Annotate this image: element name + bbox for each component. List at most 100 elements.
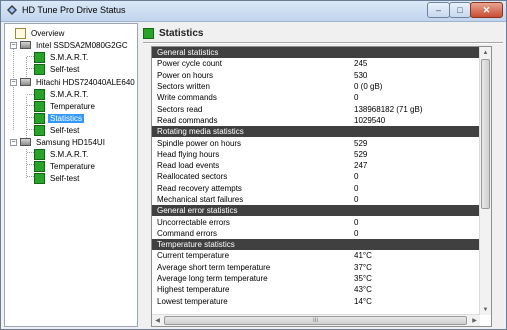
tree-item-label: Temperature — [50, 101, 95, 111]
stat-row[interactable]: Spindle power on hours 529 — [152, 137, 480, 148]
vertical-scrollbar[interactable]: ▲ ▼ — [479, 47, 491, 315]
collapse-icon[interactable]: − — [10, 42, 17, 49]
tree-line — [27, 105, 34, 106]
collapse-icon[interactable]: − — [10, 79, 17, 86]
stat-value: 37°C — [354, 262, 372, 272]
tree-line — [27, 94, 34, 95]
scroll-up-icon[interactable]: ▲ — [480, 47, 491, 58]
statistics-icon — [143, 27, 154, 39]
stat-row[interactable]: Average long term temperature 35°C — [152, 273, 480, 284]
tree-item-hitachi-selftest[interactable]: Self-test — [34, 124, 81, 136]
drive-tree[interactable]: Overview − Intel SSDSA2M080G2GC S.M.A.R.… — [4, 23, 138, 327]
stat-value: 41°C — [354, 251, 372, 261]
stat-name: Power cycle count — [157, 59, 222, 69]
stat-value: 138968182 (71 gB) — [354, 104, 423, 114]
stat-row[interactable]: Power cycle count 245 — [152, 58, 480, 69]
stat-row[interactable]: Sectors read 138968182 (71 gB) — [152, 103, 480, 114]
thermometer-icon — [34, 160, 45, 172]
drive-icon — [20, 41, 31, 49]
stat-name: Power on hours — [157, 70, 214, 80]
tree-line — [27, 176, 34, 177]
section-header: General error statistics — [152, 205, 480, 217]
horizontal-scrollbar[interactable]: ◀ III ▶ — [152, 314, 480, 326]
stat-row[interactable]: Average short term temperature 37°C — [152, 262, 480, 273]
tree-item-intel-selftest[interactable]: Self-test — [34, 63, 81, 75]
stat-row[interactable]: Head flying hours 529 — [152, 149, 480, 160]
smart-icon — [34, 148, 45, 160]
tree-line — [27, 68, 34, 69]
tree-item-label: Hitachi HDS724040ALE640 — [36, 77, 135, 87]
section-title: General statistics — [157, 48, 219, 58]
tree-item-hitachi-statistics[interactable]: Statistics — [34, 112, 85, 124]
stat-name: Reallocated sectors — [157, 172, 228, 182]
section-header: General statistics — [152, 47, 480, 59]
collapse-icon[interactable]: − — [10, 139, 17, 146]
horizontal-scroll-thumb[interactable]: III — [164, 316, 467, 325]
close-icon: ✕ — [482, 4, 491, 15]
scroll-right-icon[interactable]: ▶ — [469, 315, 480, 326]
stat-row[interactable]: Sectors written 0 (0 gB) — [152, 81, 480, 92]
tree-item-hitachi-drive[interactable]: Hitachi HDS724040ALE640 — [20, 76, 137, 88]
stat-row[interactable]: Power on hours 530 — [152, 70, 480, 81]
stat-value: 1029540 — [354, 115, 386, 125]
stat-row[interactable]: Read recovery attempts 0 — [152, 183, 480, 194]
stat-row[interactable]: Read load events 247 — [152, 160, 480, 171]
stat-row[interactable]: Command errors 0 — [152, 228, 480, 239]
stat-name: Read load events — [157, 161, 220, 171]
stat-row[interactable]: Read commands 1029540 — [152, 115, 480, 126]
app-window: HD Tune Pro Drive Status – □ ✕ Overview … — [0, 0, 507, 330]
vertical-scroll-thumb[interactable] — [481, 59, 490, 209]
minimize-icon: – — [435, 5, 441, 15]
tree-line — [27, 117, 34, 118]
maximize-button[interactable]: □ — [449, 2, 471, 18]
hdtune-app-icon — [7, 5, 17, 15]
stat-row[interactable]: Reallocated sectors 0 — [152, 171, 480, 182]
stat-value: 0 — [354, 172, 359, 182]
scroll-down-icon[interactable]: ▼ — [480, 304, 491, 315]
stat-row[interactable]: Current temperature 41°C — [152, 250, 480, 261]
tree-item-intel-drive[interactable]: Intel SSDSA2M080G2GC — [20, 39, 130, 51]
section-title: Rotating media statistics — [157, 127, 244, 137]
drive-icon — [20, 78, 31, 86]
tree-item-overview[interactable]: Overview — [15, 27, 66, 39]
tree-item-label: Statistics — [48, 113, 85, 123]
tree-item-hitachi-smart[interactable]: S.M.A.R.T. — [34, 88, 90, 100]
panel-header: Statistics — [143, 25, 203, 41]
tree-item-label: S.M.A.R.T. — [50, 89, 89, 99]
title-bar[interactable]: HD Tune Pro Drive Status – □ ✕ — [1, 1, 506, 22]
tree-item-samsung-smart[interactable]: S.M.A.R.T. — [34, 148, 90, 160]
tree-item-label: Self-test — [50, 64, 80, 74]
tree-item-intel-smart[interactable]: S.M.A.R.T. — [34, 51, 90, 63]
selftest-icon — [34, 63, 45, 75]
scroll-left-icon[interactable]: ◀ — [152, 315, 163, 326]
stat-name: Spindle power on hours — [157, 138, 242, 148]
stat-value: 0 — [354, 93, 359, 103]
page-title: Statistics — [159, 27, 204, 39]
stat-row[interactable]: Uncorrectable errors 0 — [152, 216, 480, 227]
tree-item-hitachi-temperature[interactable]: Temperature — [34, 100, 97, 112]
close-button[interactable]: ✕ — [470, 2, 503, 18]
tree-item-samsung-temperature[interactable]: Temperature — [34, 160, 97, 172]
stat-name: Write commands — [157, 93, 217, 103]
stat-value: 43°C — [354, 285, 372, 295]
stat-value: 0 — [354, 228, 359, 238]
stat-row[interactable]: Lowest temperature 14°C — [152, 296, 480, 307]
stat-name: Current temperature — [157, 251, 230, 261]
maximize-icon: □ — [457, 5, 463, 15]
statistics-icon — [34, 112, 45, 124]
tree-line — [27, 56, 34, 57]
tree-item-label: S.M.A.R.T. — [50, 52, 89, 62]
minimize-button[interactable]: – — [427, 2, 450, 18]
drive-icon — [20, 138, 31, 146]
stat-name: Read commands — [157, 115, 218, 125]
stat-value: 35°C — [354, 274, 372, 284]
tree-item-samsung-drive[interactable]: Samsung HD154UI — [20, 136, 107, 148]
stat-row[interactable]: Mechanical start failures 0 — [152, 194, 480, 205]
thermometer-icon — [34, 100, 45, 112]
statistics-list[interactable]: General statistics Power cycle count 245 … — [151, 46, 492, 327]
stat-row[interactable]: Write commands 0 — [152, 92, 480, 103]
stat-name: Average short term temperature — [157, 262, 271, 272]
tree-item-samsung-selftest[interactable]: Self-test — [34, 172, 81, 184]
stat-name: Uncorrectable errors — [157, 217, 230, 227]
stat-row[interactable]: Highest temperature 43°C — [152, 284, 480, 295]
